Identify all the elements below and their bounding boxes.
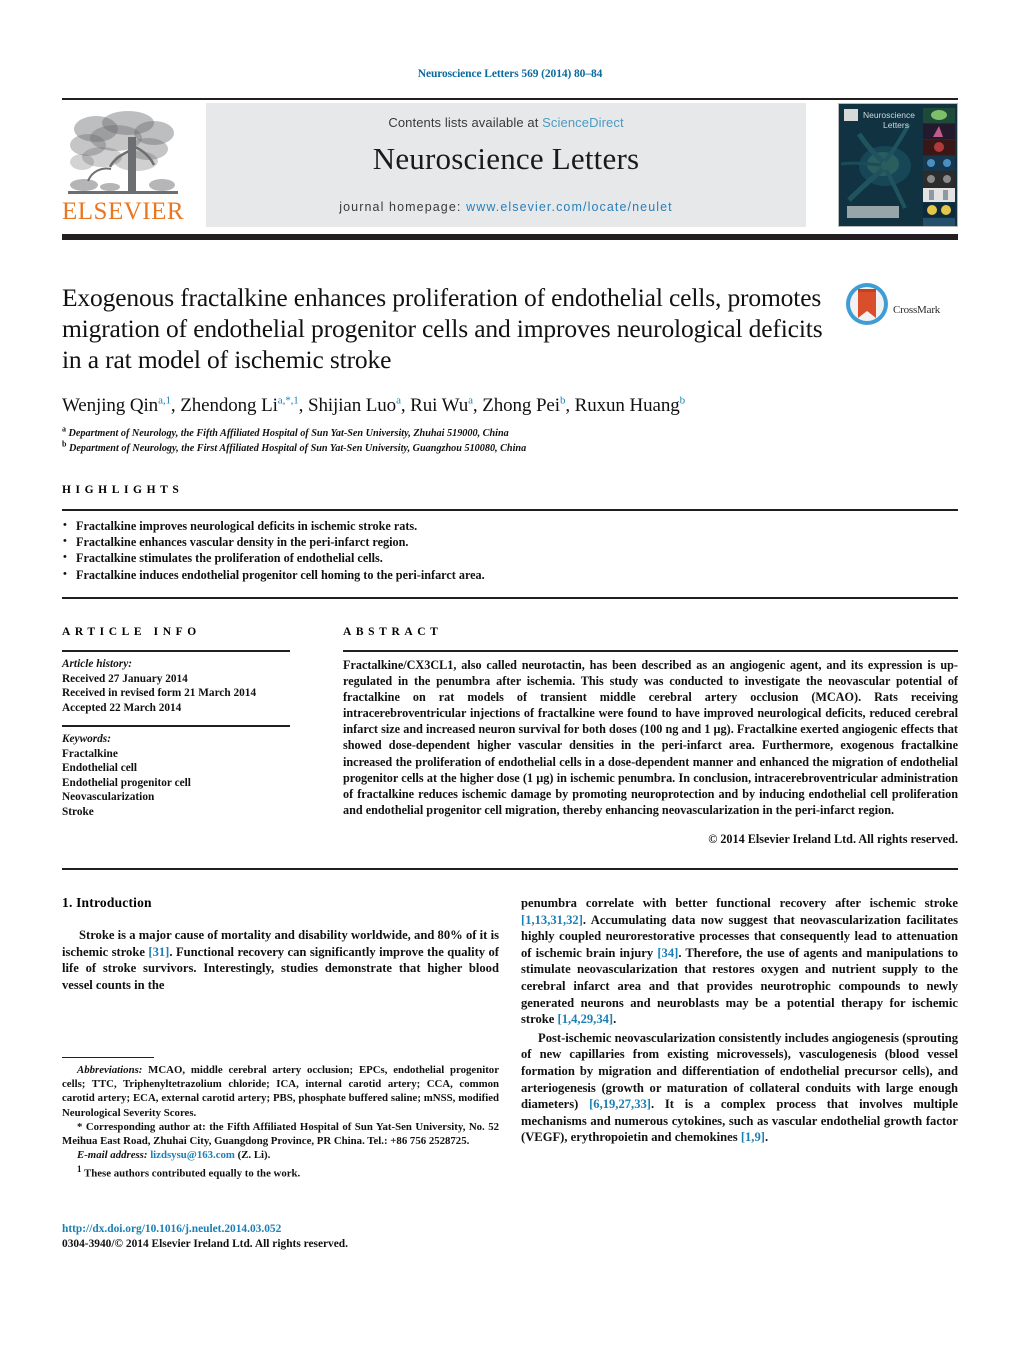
- article-info-heading: ARTICLE INFO: [62, 626, 201, 638]
- journal-homepage-link[interactable]: www.elsevier.com/locate/neulet: [466, 200, 673, 214]
- contents-prefix: Contents lists available at: [388, 115, 543, 130]
- article-history: Article history: Received 27 January 201…: [62, 657, 302, 715]
- email-label: E-mail address:: [77, 1149, 148, 1162]
- keywords-block: Keywords: Fractalkine Endothelial cell E…: [62, 732, 302, 820]
- paper-page: Neuroscience Letters 569 (2014) 80–84 EL…: [0, 0, 1020, 1351]
- doi-footer: http://dx.doi.org/10.1016/j.neulet.2014.…: [62, 1222, 499, 1251]
- journal-homepage-line: journal homepage: www.elsevier.com/locat…: [206, 200, 806, 214]
- footnote-equal-contribution: 1 These authors contributed equally to t…: [62, 1162, 499, 1181]
- issn-copyright: 0304-3940/© 2014 Elsevier Ireland Ltd. A…: [62, 1237, 348, 1250]
- footnote-abbreviations: Abbreviations: MCAO, middle cerebral art…: [62, 1063, 499, 1120]
- keyword-item: Endothelial cell: [62, 762, 138, 775]
- running-head: Neuroscience Letters 569 (2014) 80–84: [417, 68, 603, 80]
- keywords-rule: [62, 725, 290, 727]
- body-top-rule: [62, 868, 958, 870]
- citation-ref[interactable]: [34]: [657, 946, 678, 960]
- article-history-received: Received 27 January 2014: [62, 672, 188, 685]
- paragraph: penumbra correlate with better functiona…: [521, 895, 958, 1028]
- citation-ref[interactable]: [1,13,31,32]: [521, 913, 583, 927]
- body-column-right: penumbra correlate with better functiona…: [521, 895, 958, 1146]
- journal-title: Neuroscience Letters: [372, 141, 640, 176]
- page-title: Exogenous fractalkine enhances prolifera…: [62, 283, 823, 374]
- keywords-label: Keywords:: [62, 733, 111, 745]
- affiliation-a-text: Department of Neurology, the Fifth Affil…: [68, 428, 509, 439]
- list-item: Fractalkine stimulates the proliferation…: [62, 549, 958, 566]
- footnotes-block: Abbreviations: MCAO, middle cerebral art…: [62, 1063, 499, 1181]
- abstract-heading: ABSTRACT: [343, 626, 443, 638]
- doi-link[interactable]: http://dx.doi.org/10.1016/j.neulet.2014.…: [62, 1222, 499, 1237]
- abbreviations-label: Abbreviations:: [77, 1064, 143, 1076]
- citation-ref[interactable]: [31]: [148, 945, 169, 959]
- paragraph: Stroke is a major cause of mortality and…: [62, 927, 499, 993]
- footnote-rule: [62, 1057, 154, 1059]
- crossmark-label: CrossMark: [893, 304, 941, 316]
- journal-masthead: ELSEVIER Contents lists available at Sci…: [62, 103, 958, 227]
- highlights-heading: HIGHLIGHTS: [62, 484, 184, 496]
- body-column-left: 1. Introduction Stroke is a major cause …: [62, 895, 499, 993]
- elsevier-tree-icon: [68, 111, 178, 194]
- keyword-item: Fractalkine: [62, 747, 118, 760]
- affiliation-list: a Department of Neurology, the Fifth Aff…: [62, 424, 832, 456]
- elsevier-wordmark: ELSEVIER: [62, 198, 185, 225]
- section-heading-introduction: 1. Introduction: [62, 895, 152, 910]
- citation-ref[interactable]: [1,9]: [741, 1130, 765, 1144]
- article-history-revised: Received in revised form 21 March 2014: [62, 687, 257, 700]
- paragraph-text: .: [764, 1130, 769, 1145]
- footnote-corresponding-author: * Corresponding author at: the Fifth Aff…: [62, 1120, 499, 1148]
- highlights-bottom-rule: [62, 597, 958, 599]
- masthead-top-rule: [62, 98, 958, 100]
- list-item: Fractalkine enhances vascular density in…: [62, 533, 958, 550]
- email-suffix: (Z. Li).: [234, 1149, 271, 1162]
- keyword-item: Endothelial progenitor cell: [62, 776, 191, 789]
- equal-contribution-text: These authors contributed equally to the…: [81, 1168, 301, 1181]
- paragraph-text: penumbra correlate with better functiona…: [521, 896, 958, 910]
- crossmark-icon: [846, 283, 888, 325]
- cover-art-icon: Neuroscience Letters: [839, 104, 957, 226]
- author-list: Wenjing Qina,1, Zhendong Lia,*,1, Shijia…: [62, 394, 686, 416]
- paragraph-text: .: [613, 1012, 617, 1027]
- title-block: Exogenous fractalkine enhances prolifera…: [62, 282, 832, 456]
- citation-ref[interactable]: [1,4,29,34]: [558, 1012, 614, 1026]
- masthead-bottom-rule: [62, 234, 958, 240]
- corresponding-author-text: Corresponding author at: the Fifth Affil…: [62, 1120, 499, 1148]
- homepage-prefix: journal homepage:: [339, 200, 467, 214]
- journal-cover-thumbnail[interactable]: Neuroscience Letters: [838, 103, 958, 227]
- list-item: Fractalkine induces endothelial progenit…: [62, 566, 958, 583]
- keyword-item: Stroke: [62, 805, 94, 818]
- footnote-email: E-mail address: lizdsysu@163.com (Z. Li)…: [62, 1148, 499, 1162]
- masthead-center-panel: Contents lists available at ScienceDirec…: [206, 103, 806, 227]
- article-history-label: Article history:: [62, 658, 132, 670]
- crossmark-badge[interactable]: CrossMark: [845, 282, 960, 344]
- svg-text:Neuroscience: Neuroscience: [863, 110, 915, 120]
- contents-lists-line: Contents lists available at ScienceDirec…: [206, 115, 806, 130]
- email-link[interactable]: lizdsysu@163.com: [150, 1149, 235, 1161]
- svg-text:Letters: Letters: [883, 120, 909, 130]
- affiliation-b-text: Department of Neurology, the First Affil…: [69, 442, 527, 454]
- elsevier-logo: ELSEVIER: [62, 103, 184, 227]
- highlights-top-rule: [62, 509, 958, 511]
- highlights-list: Fractalkine improves neurological defici…: [62, 517, 958, 583]
- affiliation-a: a Department of Neurology, the Fifth Aff…: [62, 424, 509, 439]
- paragraph: Post-ischemic neovascularization consist…: [521, 1030, 958, 1146]
- abstract-text: Fractalkine/CX3CL1, also called neurotac…: [343, 658, 958, 817]
- keyword-item: Neovascularization: [62, 791, 155, 804]
- article-history-accepted: Accepted 22 March 2014: [62, 701, 182, 714]
- sciencedirect-link[interactable]: ScienceDirect: [542, 115, 624, 130]
- article-info-rule: [62, 650, 290, 652]
- abstract-copyright: © 2014 Elsevier Ireland Ltd. All rights …: [708, 832, 958, 846]
- list-item: Fractalkine improves neurological defici…: [62, 517, 958, 534]
- citation-ref[interactable]: [6,19,27,33]: [589, 1097, 651, 1111]
- affiliation-b: b Department of Neurology, the First Aff…: [62, 439, 527, 454]
- abstract-rule: [343, 650, 958, 652]
